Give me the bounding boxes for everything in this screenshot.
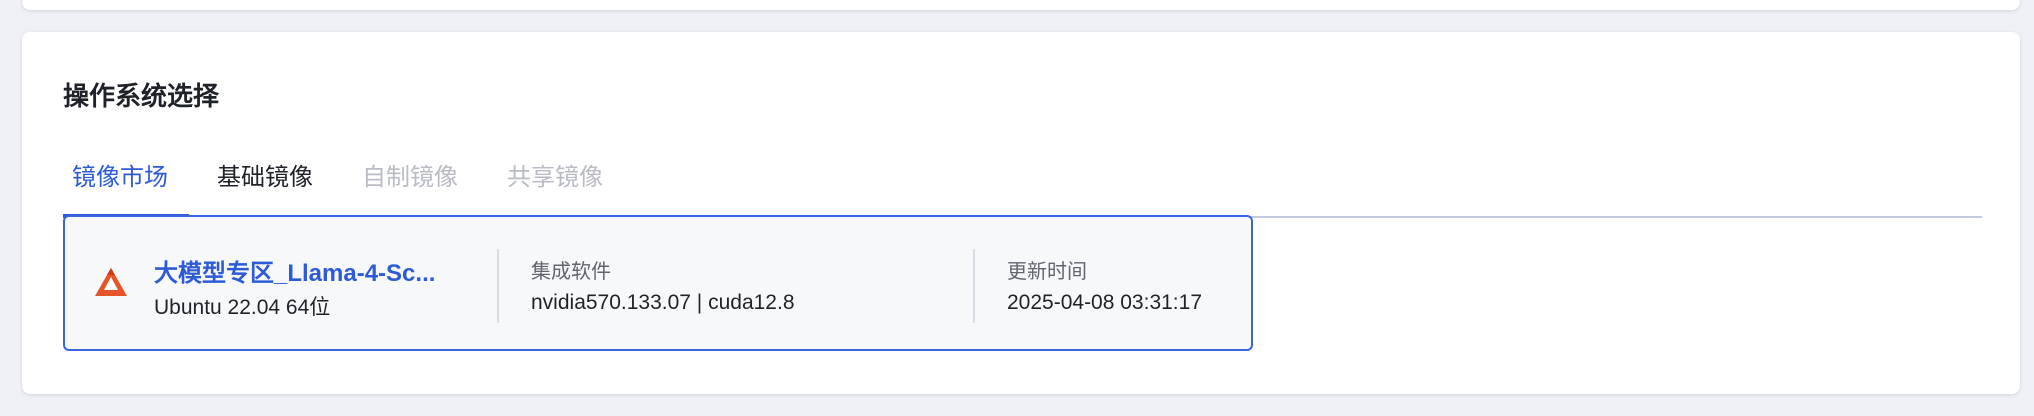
tab-label: 共享镜像 [507, 164, 603, 191]
tab-base-image[interactable]: 基础镜像 [217, 160, 313, 216]
section-title: 操作系统选择 [63, 81, 220, 111]
image-tabs: 镜像市场 基础镜像 自制镜像 共享镜像 [63, 160, 1982, 218]
updated-value: 2025-04-08 03:31:17 [1007, 291, 1202, 314]
previous-section-card [22, 0, 2020, 10]
divider [973, 249, 975, 323]
image-name: 大模型专区_Llama-4-Sc... [154, 260, 436, 287]
image-option-card[interactable]: 大模型专区_Llama-4-Sc... Ubuntu 22.04 64位 集成软… [63, 215, 1253, 351]
tab-label: 自制镜像 [362, 164, 458, 191]
tab-shared-image[interactable]: 共享镜像 [507, 160, 603, 216]
tab-label: 镜像市场 [72, 164, 168, 191]
software-value: nvidia570.133.07 | cuda12.8 [531, 291, 795, 314]
tab-image-market[interactable]: 镜像市场 [63, 160, 189, 218]
software-label: 集成软件 [531, 261, 611, 283]
divider [497, 249, 499, 323]
tab-label: 基础镜像 [217, 164, 313, 191]
updated-label: 更新时间 [1007, 261, 1087, 283]
image-os: Ubuntu 22.04 64位 [154, 296, 331, 319]
tab-custom-image[interactable]: 自制镜像 [362, 160, 458, 216]
orange-triangle-logo-icon [95, 268, 127, 296]
os-selection-card: 操作系统选择 镜像市场 基础镜像 自制镜像 共享镜像 大模型专区_Llama-4… [22, 32, 2020, 394]
